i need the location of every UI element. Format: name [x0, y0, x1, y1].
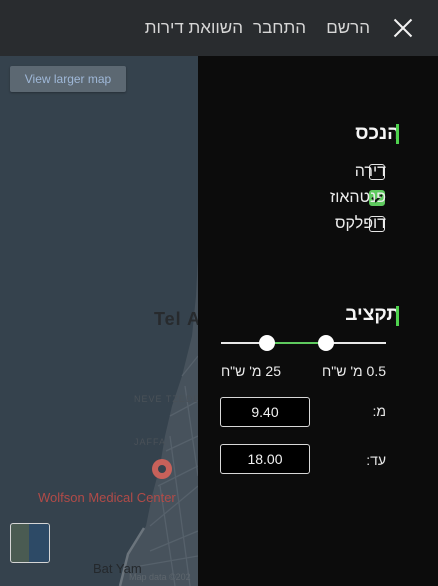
register-link[interactable]: הרשם	[326, 18, 370, 38]
map-label-hospital[interactable]: Wolfson Medical Center	[38, 490, 176, 505]
map[interactable]: View larger map Tel A NEVE TZEDE JAFFA W…	[0, 56, 198, 586]
map-pin-icon[interactable]	[152, 459, 172, 479]
top-bar: הרשם התחבר השוואת דירות	[0, 0, 438, 56]
property-type-title: הנכס	[355, 123, 400, 144]
checkbox-duplex-label[interactable]: דופלקס	[335, 215, 386, 233]
budget-slider-low-handle[interactable]	[318, 335, 334, 351]
budget-slider-track[interactable]	[326, 342, 386, 344]
map-label-neighborhood: NEVE TZEDE	[134, 394, 198, 404]
view-larger-map-button[interactable]: View larger map	[10, 66, 126, 92]
budget-to-label: עד:	[366, 452, 386, 468]
map-type-toggle[interactable]	[10, 523, 50, 563]
login-link[interactable]: התחבר	[253, 18, 306, 38]
section-accent-bar	[396, 124, 399, 144]
checkbox-apartment-label[interactable]: דירה	[355, 163, 386, 181]
budget-to-input[interactable]: 18.00	[220, 444, 310, 474]
map-label-neighborhood: JAFFA	[134, 437, 167, 447]
budget-from-input[interactable]: 9.40	[220, 397, 310, 427]
checkbox-penthouse-label[interactable]: פנטהאוז	[330, 189, 386, 207]
compare-apartments-link[interactable]: השוואת דירות	[145, 18, 243, 38]
budget-title: תקציב	[345, 304, 400, 325]
map-label-city: Tel A	[154, 309, 198, 329]
filter-panel	[198, 56, 438, 586]
map-copyright: Map data ©202	[129, 572, 191, 582]
budget-slider-high-handle[interactable]	[259, 335, 275, 351]
section-accent-bar	[396, 306, 399, 326]
budget-max-label: 25 מ' ש"ח	[220, 363, 281, 379]
budget-from-label: מ:	[372, 403, 386, 419]
budget-min-label: 0.5 מ' ש"ח	[322, 363, 386, 379]
close-icon[interactable]	[392, 17, 414, 39]
